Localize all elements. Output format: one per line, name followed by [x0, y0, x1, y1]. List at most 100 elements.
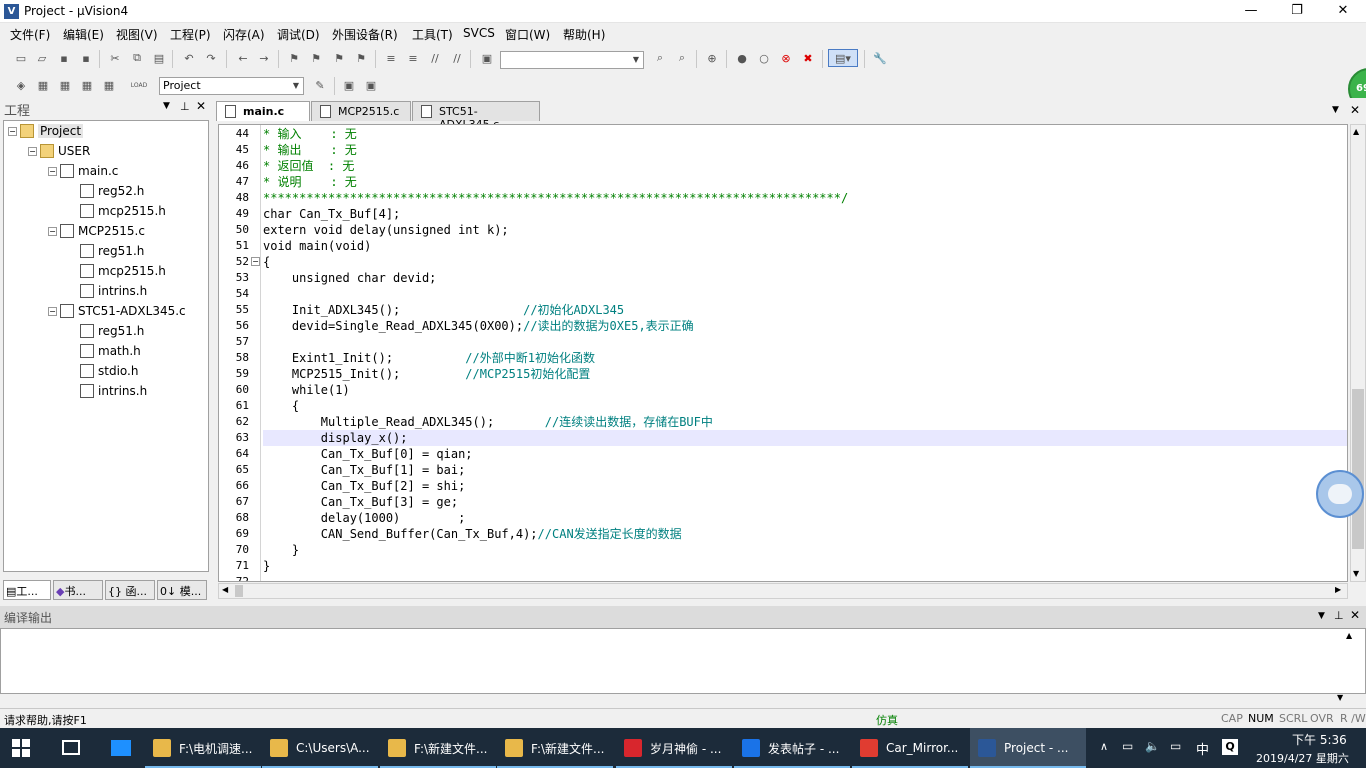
- mail-app-icon[interactable]: [111, 740, 131, 756]
- scroll-down-icon[interactable]: ▼: [1337, 693, 1343, 702]
- tree-expander-icon[interactable]: −: [48, 226, 57, 236]
- taskbar-item[interactable]: F:\新建文件...: [497, 728, 613, 768]
- restore-button[interactable]: ❐: [1274, 0, 1320, 23]
- tree-expander-icon[interactable]: −: [28, 146, 37, 156]
- tree-item[interactable]: reg51.h: [4, 321, 208, 341]
- prev-bookmark-icon[interactable]: ⚑: [307, 49, 325, 67]
- open-file-icon[interactable]: ▱: [33, 49, 51, 67]
- show-hidden-icons[interactable]: ∧: [1100, 740, 1108, 753]
- menu-debug[interactable]: 调试(D): [277, 26, 320, 43]
- tree-item[interactable]: stdio.h: [4, 361, 208, 381]
- rebuild-icon[interactable]: ▦: [56, 76, 74, 94]
- next-bookmark-icon[interactable]: ⚑: [330, 49, 348, 67]
- tree-item[interactable]: − USER: [4, 141, 208, 161]
- volume-icon[interactable]: 🔈: [1145, 739, 1160, 753]
- configure-icon[interactable]: 🔧: [871, 49, 889, 67]
- menu-project[interactable]: 工程(P): [170, 26, 211, 43]
- find-icon[interactable]: ⌕: [651, 49, 669, 67]
- editor-close-icon[interactable]: ✕: [1350, 103, 1360, 117]
- windows-start-icon[interactable]: [12, 739, 30, 757]
- tab-functions[interactable]: {} 函...: [105, 580, 155, 600]
- cut-icon[interactable]: ✂: [106, 49, 124, 67]
- ime-indicator[interactable]: 中: [1196, 739, 1209, 758]
- tree-item[interactable]: mcp2515.h: [4, 201, 208, 221]
- find-combo[interactable]: ▼: [500, 51, 644, 69]
- network-icon[interactable]: ▭: [1122, 739, 1133, 753]
- incremental-find-icon[interactable]: ⌕: [673, 49, 691, 67]
- target-options-icon[interactable]: ✎: [311, 76, 329, 94]
- clock-time[interactable]: 下午 5:36: [1292, 731, 1347, 748]
- taskbar-item[interactable]: 岁月神偷 - ...: [616, 728, 732, 768]
- paste-icon[interactable]: ▤: [150, 49, 168, 67]
- pin-icon[interactable]: ⊥: [1334, 609, 1344, 622]
- tab-templates[interactable]: 0↓ 模...: [157, 580, 207, 600]
- tree-item[interactable]: intrins.h: [4, 381, 208, 401]
- menu-help[interactable]: 帮助(H): [563, 26, 605, 43]
- menu-svcs[interactable]: SVCS: [463, 26, 495, 40]
- nav-forward-icon[interactable]: →: [255, 49, 273, 67]
- save-icon[interactable]: ▪: [55, 49, 73, 67]
- unindent-icon[interactable]: ≡: [404, 49, 422, 67]
- scroll-up-icon[interactable]: ▲: [1353, 127, 1359, 136]
- kill-breakpoints-icon[interactable]: ✖: [799, 49, 817, 67]
- taskbar-item[interactable]: F:\电机调速...: [145, 728, 261, 768]
- minimize-button[interactable]: —: [1228, 0, 1274, 23]
- tab-main-c[interactable]: main.c: [216, 101, 310, 121]
- menu-flash[interactable]: 闪存(A): [223, 26, 265, 43]
- disable-all-breakpoints-icon[interactable]: ⊗: [777, 49, 795, 67]
- panel-menu-icon[interactable]: ▼: [163, 101, 170, 111]
- tab-mcp2515-c[interactable]: MCP2515.c: [311, 101, 411, 121]
- tree-item[interactable]: intrins.h: [4, 281, 208, 301]
- disable-breakpoint-icon[interactable]: ○: [755, 49, 773, 67]
- menu-view[interactable]: 视图(V): [116, 26, 158, 43]
- load-icon[interactable]: LOAD: [130, 76, 148, 94]
- taskbar-item[interactable]: F:\新建文件...: [380, 728, 496, 768]
- ime-q-icon[interactable]: Q: [1222, 739, 1238, 755]
- clear-bookmarks-icon[interactable]: ⚑: [352, 49, 370, 67]
- menu-window[interactable]: 窗口(W): [505, 26, 550, 43]
- new-file-icon[interactable]: ▭: [12, 49, 30, 67]
- translate-icon[interactable]: ◈: [12, 76, 30, 94]
- save-all-icon[interactable]: ▪: [77, 49, 95, 67]
- taskbar-item[interactable]: Project - ...: [970, 728, 1086, 768]
- target-select[interactable]: Project ▼: [159, 77, 304, 95]
- task-view-icon[interactable]: [62, 740, 80, 755]
- tree-item[interactable]: reg51.h: [4, 241, 208, 261]
- clock-date[interactable]: 2019/4/27 星期六: [1256, 750, 1349, 766]
- bookmark-icon[interactable]: ⚑: [285, 49, 303, 67]
- comment-icon[interactable]: //: [426, 49, 444, 67]
- tree-item[interactable]: mcp2515.h: [4, 261, 208, 281]
- find-in-files-icon[interactable]: ▣: [478, 49, 496, 67]
- copy-icon[interactable]: ⧉: [128, 49, 146, 67]
- code-editor[interactable]: 44 45 46 47 48 49 50 51 52 53 54 55 56 57 58 59 60 61 62 63…: [218, 124, 1348, 582]
- panel-menu-icon[interactable]: ▼: [1318, 611, 1325, 621]
- build-output-text[interactable]: ▲ ▼: [0, 628, 1366, 702]
- scroll-up-icon[interactable]: ▲: [1346, 631, 1352, 640]
- panel-close-icon[interactable]: ✕: [196, 99, 206, 113]
- tab-books[interactable]: ◆书...: [53, 580, 103, 600]
- indent-icon[interactable]: ≡: [382, 49, 400, 67]
- stop-build-icon[interactable]: ▦: [100, 76, 118, 94]
- scroll-right-icon[interactable]: ▶: [1335, 585, 1341, 594]
- menu-peripherals[interactable]: 外围设备(R): [332, 26, 398, 43]
- hscroll-thumb[interactable]: [235, 585, 243, 597]
- tab-stc51-adxl345-c[interactable]: STC51-ADXL345.c: [412, 101, 540, 131]
- tree-item[interactable]: − Project: [4, 121, 208, 141]
- panel-close-icon[interactable]: ✕: [1350, 608, 1360, 622]
- close-button[interactable]: ✕: [1320, 0, 1366, 23]
- breakpoint-icon[interactable]: ●: [733, 49, 751, 67]
- debug-session-icon[interactable]: ⊕: [703, 49, 721, 67]
- tree-expander-icon[interactable]: −: [48, 306, 57, 316]
- menu-tools[interactable]: 工具(T): [412, 26, 453, 43]
- pin-icon[interactable]: ⊥: [180, 100, 190, 113]
- floating-assistant-icon[interactable]: [1316, 470, 1364, 518]
- undo-icon[interactable]: ↶: [180, 49, 198, 67]
- tree-expander-icon[interactable]: −: [48, 166, 57, 176]
- manage-components-icon[interactable]: ▣: [340, 76, 358, 94]
- taskbar-item[interactable]: 发表帖子 - ...: [734, 728, 850, 768]
- display-icon[interactable]: ▭: [1170, 739, 1181, 753]
- menu-edit[interactable]: 编辑(E): [63, 26, 104, 43]
- uncomment-icon[interactable]: //: [448, 49, 466, 67]
- menu-file[interactable]: 文件(F): [10, 26, 50, 43]
- scrollbar-thumb[interactable]: [1352, 389, 1364, 549]
